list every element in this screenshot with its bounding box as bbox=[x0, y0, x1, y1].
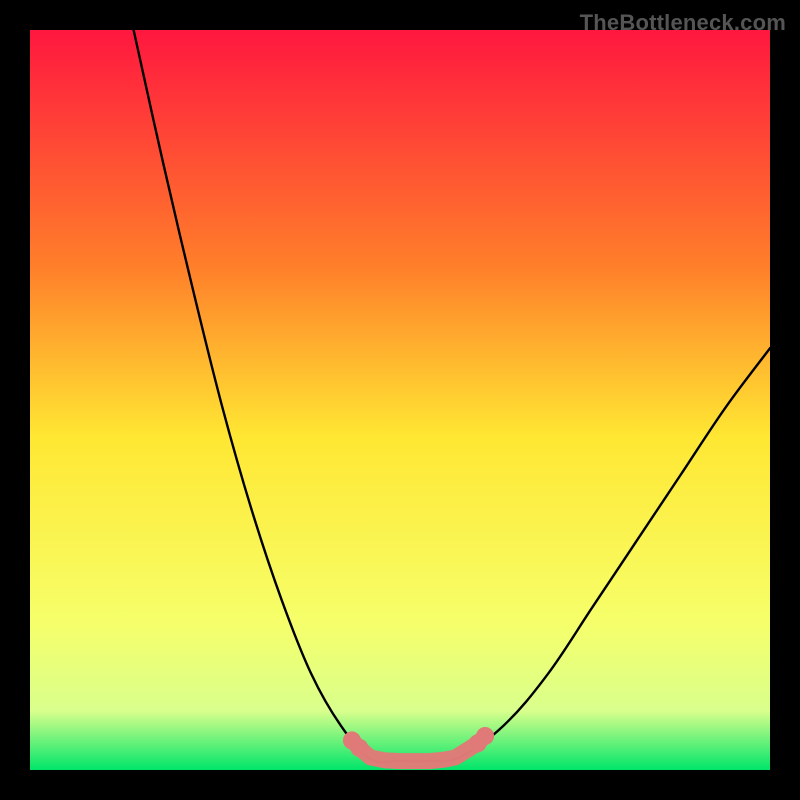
marker-dot bbox=[350, 739, 368, 757]
plot-svg bbox=[30, 30, 770, 770]
watermark-text: TheBottleneck.com bbox=[580, 10, 786, 36]
gradient-background bbox=[30, 30, 770, 770]
chart-frame: TheBottleneck.com bbox=[0, 0, 800, 800]
plot-area bbox=[30, 30, 770, 770]
marker-dot bbox=[469, 734, 487, 752]
